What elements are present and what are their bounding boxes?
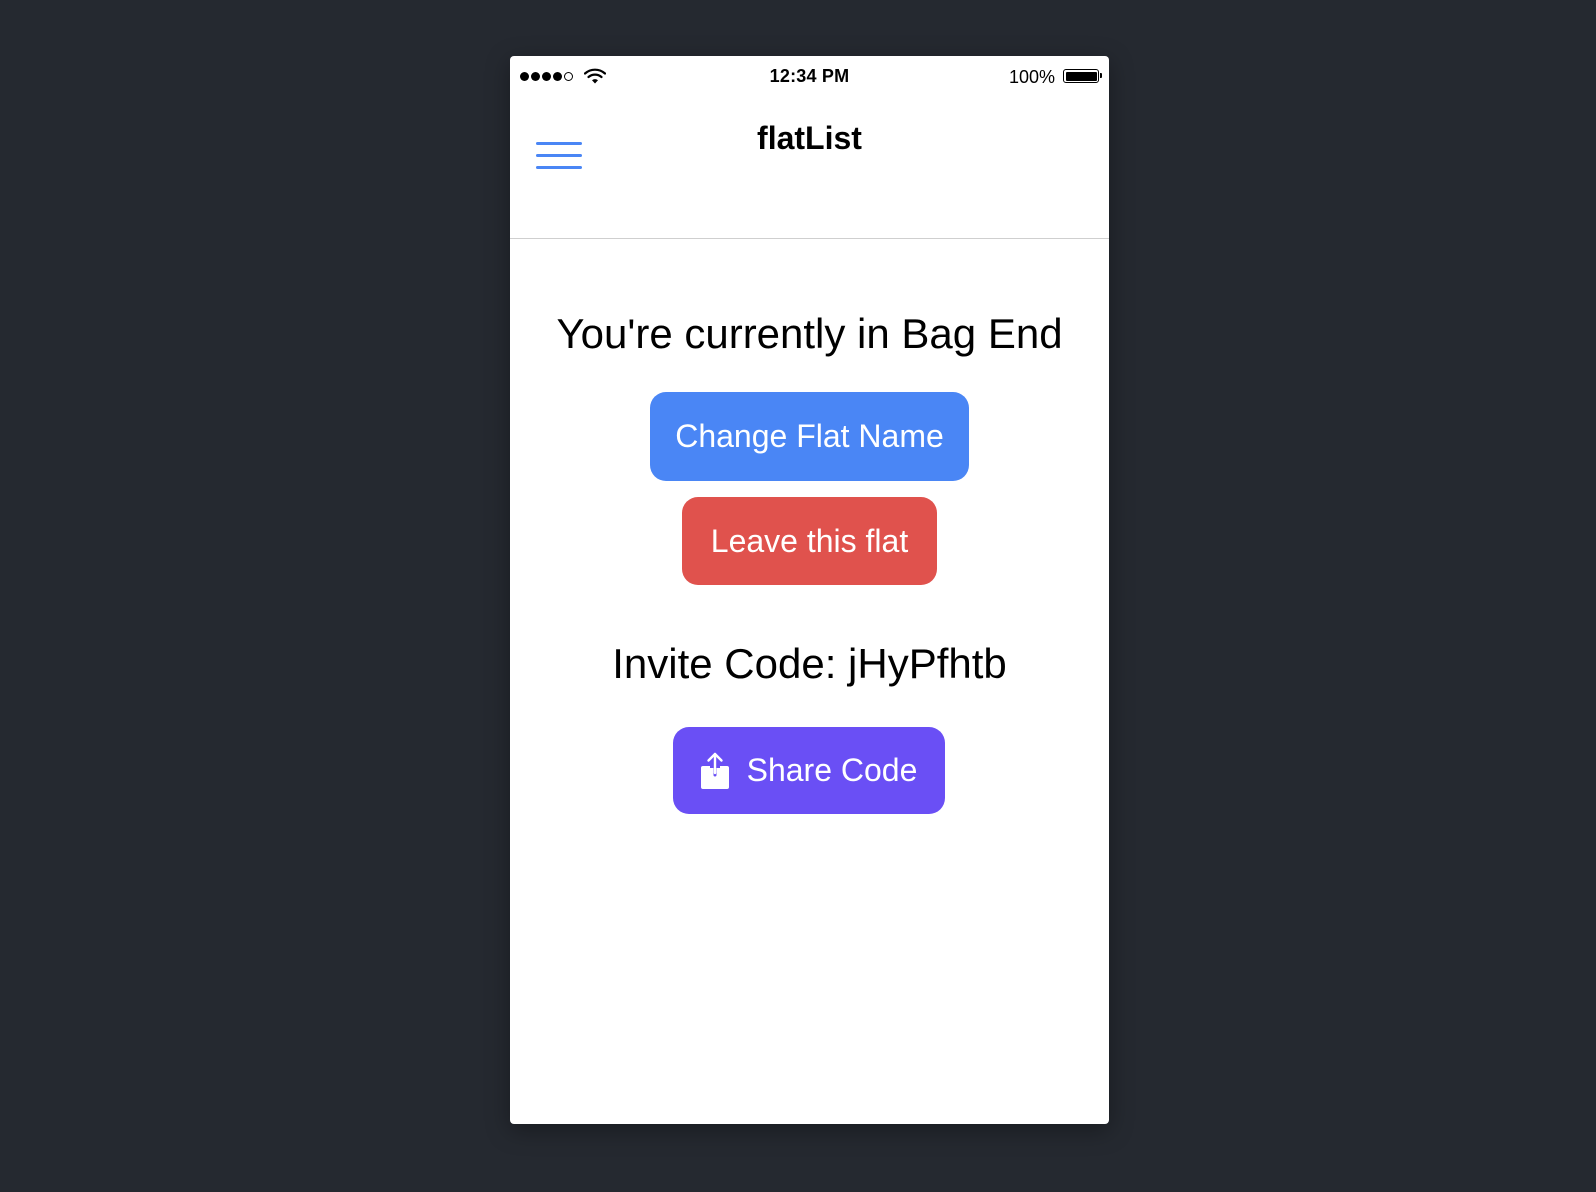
- share-upload-icon: [701, 752, 729, 789]
- share-code-label: Share Code: [746, 752, 918, 788]
- battery-icon: [1063, 69, 1102, 83]
- change-flat-name-button[interactable]: Change Flat Name: [650, 392, 969, 481]
- battery-percent: 100%: [1008, 67, 1055, 87]
- navigation-bar: [510, 96, 1109, 239]
- status-bar: 12:34 PM 100%: [510, 56, 1109, 96]
- page-title: flatList: [757, 120, 862, 156]
- phone-screen: 12:34 PM 100% flatList You're currently …: [510, 56, 1109, 1124]
- current-flat-heading: You're currently in Bag End: [556, 310, 1063, 357]
- invite-code-text: Invite Code: jHyPfhtb: [612, 640, 1007, 687]
- share-code-button[interactable]: Share Code: [673, 727, 945, 814]
- leave-flat-button[interactable]: Leave this flat: [682, 497, 937, 585]
